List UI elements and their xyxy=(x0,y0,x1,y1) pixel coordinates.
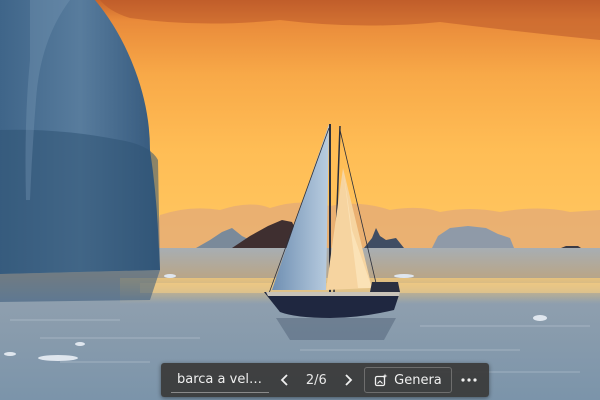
chevron-left-icon xyxy=(280,374,288,386)
search-query-field[interactable]: barca a vela bi... xyxy=(171,367,269,393)
iceberg-reflection xyxy=(0,270,160,302)
genera-button[interactable]: Genera xyxy=(364,367,452,393)
image-search-toolbar: barca a vela bi... 2/6 Genera xyxy=(161,363,489,397)
next-button[interactable] xyxy=(335,367,360,393)
chevron-right-icon xyxy=(344,374,352,386)
image-counter: 2/6 xyxy=(305,372,327,388)
search-query-text: barca a vela bi... xyxy=(177,372,263,387)
genera-label: Genera xyxy=(394,372,442,388)
previous-button[interactable] xyxy=(273,367,298,393)
iceberg-shadow-band xyxy=(0,129,160,274)
image-viewer: barca a vela bi... 2/6 Genera xyxy=(0,0,600,400)
more-options-button[interactable] xyxy=(456,367,483,393)
sailboat-photo xyxy=(0,0,600,400)
image-sparkle-icon xyxy=(375,373,388,387)
more-horizontal-icon xyxy=(461,378,477,382)
